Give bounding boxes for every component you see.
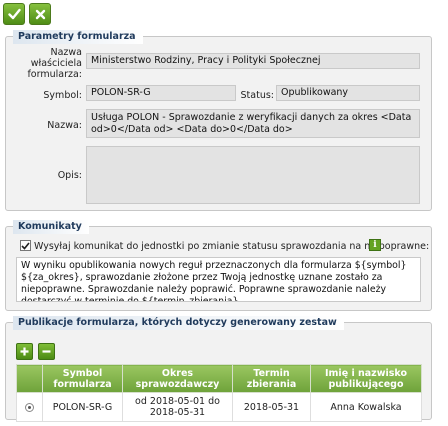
name-label: Nazwa: bbox=[47, 120, 82, 131]
publisher-cell: Anna Kowalska bbox=[310, 392, 422, 422]
cancel-button[interactable] bbox=[29, 3, 51, 25]
accept-button[interactable] bbox=[3, 3, 25, 25]
checkmark-icon bbox=[7, 8, 21, 20]
plus-icon bbox=[20, 347, 29, 356]
status-field: Opublikowany bbox=[276, 85, 420, 101]
close-icon bbox=[35, 9, 45, 19]
status-label: Status: bbox=[240, 90, 274, 101]
send-message-checkbox[interactable] bbox=[20, 240, 31, 251]
period-cell: od 2018-05-01 do 2018-05-31 bbox=[122, 392, 233, 422]
col-header-select bbox=[16, 364, 43, 393]
symbol-label: Symbol: bbox=[43, 90, 82, 101]
col-header-symbol[interactable]: Symbol formularza bbox=[42, 364, 123, 393]
messages-section: Komunikaty Wysyłaj komunikat do jednostk… bbox=[5, 220, 432, 311]
col-header-period[interactable]: Okres sprawozdawczy bbox=[122, 364, 233, 393]
publications-title: Publikacje formularza, których dotyczy g… bbox=[13, 316, 344, 330]
publications-table: Symbol formularza Okres sprawozdawczy Te… bbox=[16, 364, 422, 422]
checkbox-check-icon bbox=[21, 241, 30, 250]
owner-field: Ministerstwo Rodziny, Pracy i Polityki S… bbox=[86, 53, 420, 69]
col-header-deadline[interactable]: Termin zbierania bbox=[232, 364, 311, 393]
owner-label: Nazwa właściciela formularza: bbox=[27, 47, 82, 80]
col-header-publisher[interactable]: Imię i nazwisko publikującego bbox=[310, 364, 422, 393]
remove-publication-button[interactable] bbox=[38, 343, 55, 360]
table-row[interactable]: POLON-SR-G od 2018-05-01 do 2018-05-31 2… bbox=[16, 392, 422, 422]
table-header-row: Symbol formularza Okres sprawozdawczy Te… bbox=[16, 364, 422, 393]
add-publication-button[interactable] bbox=[16, 343, 33, 360]
row-select-cell[interactable] bbox=[16, 392, 43, 422]
form-parameters-section: Parametry formularza Nazwa właściciela f… bbox=[5, 30, 432, 211]
info-icon[interactable]: i bbox=[369, 239, 381, 251]
description-field[interactable] bbox=[86, 146, 420, 204]
minus-icon bbox=[42, 350, 51, 353]
message-text-field[interactable]: W wyniku opublikowania nowych reguł prze… bbox=[16, 257, 421, 302]
name-field[interactable]: Usługa POLON - Sprawozdanie z weryfikacj… bbox=[86, 109, 420, 138]
symbol-field: POLON-SR-G bbox=[86, 85, 236, 101]
messages-title: Komunikaty bbox=[13, 220, 89, 234]
deadline-cell: 2018-05-31 bbox=[232, 392, 311, 422]
publications-section: Publikacje formularza, których dotyczy g… bbox=[5, 316, 432, 422]
form-parameters-title: Parametry formularza bbox=[13, 30, 143, 44]
symbol-cell: POLON-SR-G bbox=[42, 392, 123, 422]
description-label: Opis: bbox=[57, 170, 82, 181]
row-radio[interactable] bbox=[25, 402, 34, 412]
